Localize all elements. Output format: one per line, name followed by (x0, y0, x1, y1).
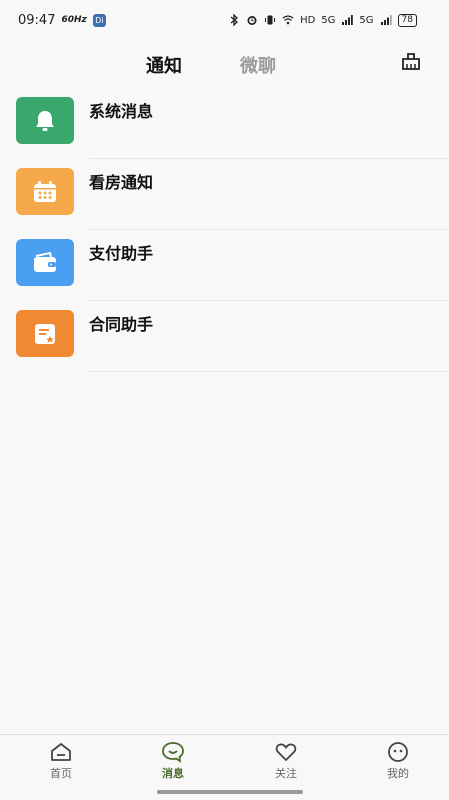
wifi-icon (282, 14, 294, 26)
refresh-rate: 60Hz (61, 15, 87, 25)
bottom-tab-bar: 首页 消息 关注 我的 (0, 734, 449, 800)
alarm-icon (246, 14, 258, 26)
contract-icon (16, 310, 74, 357)
bottom-tab-label: 消息 (162, 767, 184, 780)
bottom-tab-label: 首页 (50, 767, 72, 780)
status-bar: 09:47 60Hz Di HD 5G 5G 78 (0, 0, 449, 40)
list-item-system[interactable]: 系统消息 (0, 88, 449, 159)
status-right: HD 5G 5G 78 (228, 13, 417, 27)
status-left: 09:47 60Hz Di (18, 13, 106, 28)
net-indicator-2: 5G (359, 14, 374, 26)
bottom-tab-profile[interactable]: 我的 (363, 741, 433, 781)
bottom-tab-home[interactable]: 首页 (26, 741, 96, 781)
battery-indicator: 78 (397, 13, 417, 27)
signal-icon-2 (380, 14, 392, 26)
list-item-label: 支付助手 (89, 244, 154, 263)
bottom-tab-label: 关注 (275, 767, 297, 780)
calendar-icon (16, 168, 74, 215)
bluetooth-icon (228, 14, 240, 26)
app-badge-icon: Di (92, 13, 106, 27)
bottom-tab-messages[interactable]: 消息 (138, 741, 208, 781)
net-indicator-1: 5G (321, 14, 336, 26)
list-item-contract[interactable]: 合同助手 (0, 301, 449, 372)
list-item-label: 看房通知 (89, 173, 154, 192)
heart-icon (275, 743, 297, 762)
bottom-tab-follow[interactable]: 关注 (251, 741, 321, 781)
profile-face-icon (388, 742, 408, 762)
message-icon (162, 742, 184, 763)
signal-icon-1 (341, 14, 354, 26)
home-icon (51, 743, 71, 761)
list-item-label: 系统消息 (89, 102, 154, 121)
list-item-label: 合同助手 (89, 315, 154, 334)
bottom-tab-label: 我的 (387, 767, 409, 780)
wallet-icon (16, 239, 74, 286)
clean-broom-icon[interactable] (399, 50, 423, 74)
top-nav: 通知 微聊 (0, 48, 449, 84)
status-time: 09:47 (18, 12, 56, 28)
tab-chat[interactable]: 微聊 (240, 52, 276, 78)
tab-notice[interactable]: 通知 (146, 52, 182, 78)
hd-indicator-1: HD (300, 14, 316, 26)
bell-icon (16, 97, 74, 144)
list-item-payment[interactable]: 支付助手 (0, 230, 449, 301)
home-indicator[interactable] (157, 790, 303, 794)
message-list: 系统消息 看房通知 支付助手 合同助手 (0, 88, 449, 372)
vibrate-icon (264, 14, 276, 26)
list-item-viewing[interactable]: 看房通知 (0, 159, 449, 230)
divider (89, 371, 449, 372)
